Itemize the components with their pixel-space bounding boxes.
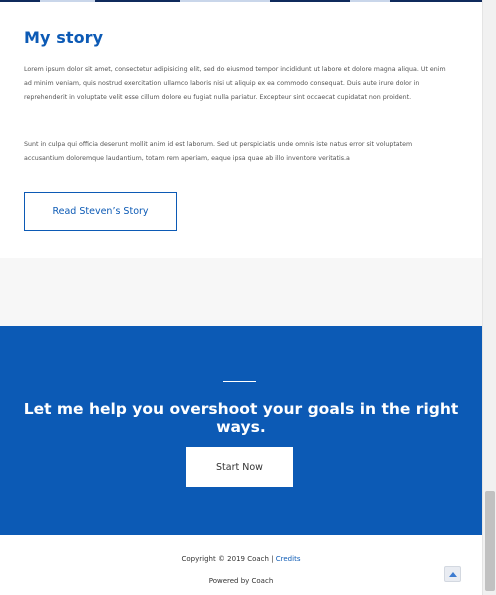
vertical-scrollbar[interactable] xyxy=(482,0,496,595)
scrollbar-thumb[interactable] xyxy=(485,491,495,591)
cta-divider xyxy=(223,381,256,382)
spacer-band xyxy=(0,258,482,326)
cta-heading: Let me help you overshoot your goals in … xyxy=(23,400,459,436)
copyright-line: Copyright © 2019 Coach | Credits xyxy=(0,555,482,563)
scroll-to-top-button[interactable] xyxy=(444,566,461,582)
copyright-text: Copyright © 2019 Coach | xyxy=(181,555,276,563)
read-story-button[interactable]: Read Steven’s Story xyxy=(24,192,177,231)
site-footer: Copyright © 2019 Coach | Credits Powered… xyxy=(0,535,482,595)
arrow-up-icon xyxy=(448,571,457,577)
page-viewport: My story Lorem ipsum dolor sit amet, con… xyxy=(0,0,482,595)
cta-section: Let me help you overshoot your goals in … xyxy=(0,326,482,535)
start-now-button[interactable]: Start Now xyxy=(186,447,293,487)
powered-by-text: Powered by Coach xyxy=(208,577,274,585)
story-title: My story xyxy=(24,28,104,47)
story-paragraph-1: Lorem ipsum dolor sit amet, consectetur … xyxy=(24,66,446,101)
story-paragraph-2: Sunt in culpa qui officia deserunt molli… xyxy=(24,141,413,162)
credits-link[interactable]: Credits xyxy=(276,555,301,563)
story-section: My story Lorem ipsum dolor sit amet, con… xyxy=(0,2,482,258)
